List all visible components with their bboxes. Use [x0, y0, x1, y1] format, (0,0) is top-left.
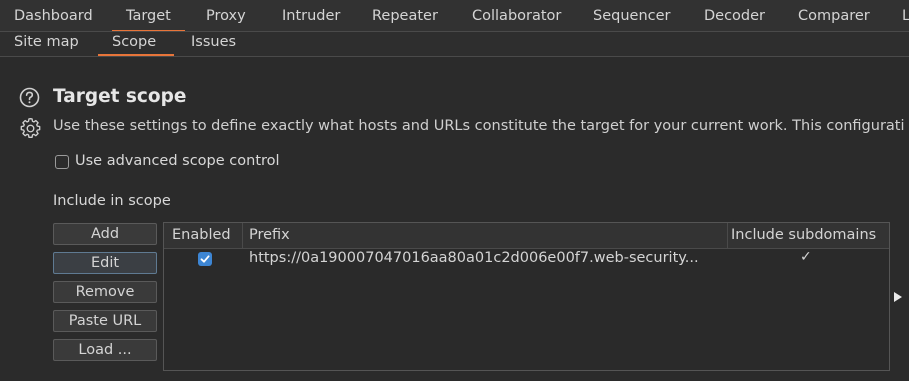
tab-decoder[interactable]: Decoder — [704, 8, 765, 24]
main-tab-bar: Dashboard Target Proxy Intruder Repeater… — [0, 0, 909, 32]
paste-url-button[interactable]: Paste URL — [53, 310, 157, 332]
table-header: Enabled Prefix Include subdomains — [164, 223, 889, 249]
column-divider[interactable] — [727, 223, 728, 248]
check-icon — [200, 255, 210, 263]
add-button[interactable]: Add — [53, 223, 157, 245]
row-prefix: https://0a190007047016aa80a01c2d006e00f7… — [249, 250, 699, 266]
col-enabled-header[interactable]: Enabled — [172, 227, 231, 243]
tab-dashboard[interactable]: Dashboard — [14, 8, 93, 24]
subtab-site-map[interactable]: Site map — [14, 34, 79, 50]
scope-description: Use these settings to define exactly wha… — [53, 118, 905, 134]
row-subdomains: ✓ — [800, 249, 812, 265]
page-title: Target scope — [53, 86, 187, 107]
subtab-scope[interactable]: Scope — [97, 34, 175, 56]
tab-comparer[interactable]: Comparer — [798, 8, 870, 24]
tab-collaborator[interactable]: Collaborator — [472, 8, 561, 24]
tab-target[interactable]: Target — [112, 8, 185, 31]
col-subdomains-header[interactable]: Include subdomains — [731, 227, 876, 243]
help-icon[interactable] — [19, 87, 40, 108]
tab-sequencer[interactable]: Sequencer — [593, 8, 670, 24]
advanced-scope-label[interactable]: Use advanced scope control — [75, 153, 280, 169]
scope-table: Enabled Prefix Include subdomains https:… — [163, 222, 890, 371]
column-divider[interactable] — [242, 223, 243, 248]
tab-logger-truncated[interactable]: L — [902, 8, 909, 24]
tab-proxy[interactable]: Proxy — [206, 8, 246, 24]
expand-arrow-icon[interactable] — [894, 292, 902, 302]
include-in-scope-label: Include in scope — [53, 193, 171, 209]
advanced-scope-checkbox[interactable] — [55, 155, 69, 169]
subtab-issues[interactable]: Issues — [191, 34, 236, 50]
tab-intruder[interactable]: Intruder — [282, 8, 340, 24]
load-button[interactable]: Load ... — [53, 339, 157, 361]
row-enabled-checkbox[interactable] — [198, 252, 212, 266]
gear-icon[interactable] — [19, 117, 42, 140]
remove-button[interactable]: Remove — [53, 281, 157, 303]
edit-button[interactable]: Edit — [53, 252, 157, 274]
sub-tab-bar: Site map Scope Issues — [0, 32, 909, 57]
col-prefix-header[interactable]: Prefix — [249, 227, 290, 243]
table-row[interactable]: https://0a190007047016aa80a01c2d006e00f7… — [164, 248, 889, 270]
tab-repeater[interactable]: Repeater — [372, 8, 438, 24]
